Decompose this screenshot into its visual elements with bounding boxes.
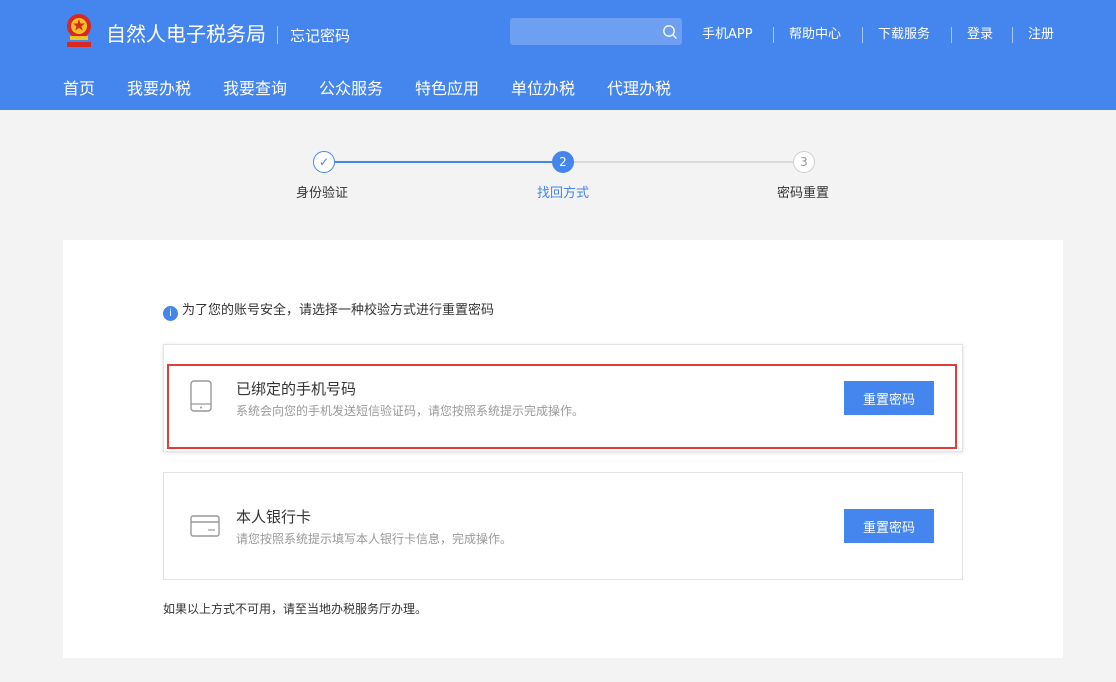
option-bank-card[interactable]: 本人银行卡 请您按照系统提示填写本人银行卡信息，完成操作。 重置密码 <box>163 472 963 580</box>
step-connector-done <box>334 161 554 163</box>
search-input[interactable] <box>510 18 650 45</box>
search-box <box>510 18 682 45</box>
link-help-center[interactable]: 帮助中心 <box>789 26 841 44</box>
step-1-label: 身份验证 <box>295 186 348 201</box>
link-register[interactable]: 注册 <box>1028 26 1054 44</box>
link-login[interactable]: 登录 <box>967 26 993 44</box>
link-divider <box>951 27 952 43</box>
selection-highlight-border <box>167 364 957 449</box>
fallback-note: 如果以上方式不可用，请至当地办税服务厅办理。 <box>163 602 428 616</box>
link-mobile-app[interactable]: 手机APP <box>702 26 753 44</box>
step-connector-pending <box>574 161 794 163</box>
link-download-service[interactable]: 下载服务 <box>878 26 930 44</box>
step-2-number: 2 <box>552 151 574 173</box>
progress-steps: ✓ 2 3 身份验证 找回方式 密码重置 <box>0 145 1116 205</box>
step-3-label: 密码重置 <box>776 186 829 201</box>
nav-home[interactable]: 首页 <box>63 79 95 99</box>
nav-agent-tax[interactable]: 代理办税 <box>607 79 671 99</box>
nav-unit-tax[interactable]: 单位办税 <box>511 79 575 99</box>
reset-password-bank-button[interactable]: 重置密码 <box>844 509 934 543</box>
link-divider <box>773 27 774 43</box>
option-title: 本人银行卡 <box>236 508 312 526</box>
security-notice: i 为了您的账号安全，请选择一种校验方式进行重置密码 <box>163 303 494 321</box>
info-icon: i <box>163 306 178 321</box>
nav-tax-handling[interactable]: 我要办税 <box>127 79 191 99</box>
nav-tax-query[interactable]: 我要查询 <box>223 79 287 99</box>
nav-public-service[interactable]: 公众服务 <box>319 79 383 99</box>
step-3-number: 3 <box>793 151 815 173</box>
page-subtitle: 忘记密码 <box>290 27 351 45</box>
nav-featured-apps[interactable]: 特色应用 <box>415 79 479 99</box>
top-header: 自然人电子税务局 忘记密码 手机APP 帮助中心 下载服务 登录 注册 首页 我… <box>0 0 1116 110</box>
brand-divider <box>277 26 278 44</box>
brand-title: 自然人电子税务局 <box>106 22 266 46</box>
option-description: 请您按照系统提示填写本人银行卡信息，完成操作。 <box>236 532 513 546</box>
step-1-check-icon: ✓ <box>313 151 335 173</box>
link-divider <box>862 27 863 43</box>
link-divider <box>1012 27 1013 43</box>
bank-card-icon <box>190 515 220 537</box>
step-2-label: 找回方式 <box>536 186 589 201</box>
tax-emblem-logo <box>67 14 91 47</box>
recovery-method-panel: i 为了您的账号安全，请选择一种校验方式进行重置密码 已绑定的手机号码 系统会向您… <box>63 240 1063 658</box>
notice-text: 为了您的账号安全，请选择一种校验方式进行重置密码 <box>182 303 495 318</box>
search-icon[interactable] <box>662 24 678 40</box>
